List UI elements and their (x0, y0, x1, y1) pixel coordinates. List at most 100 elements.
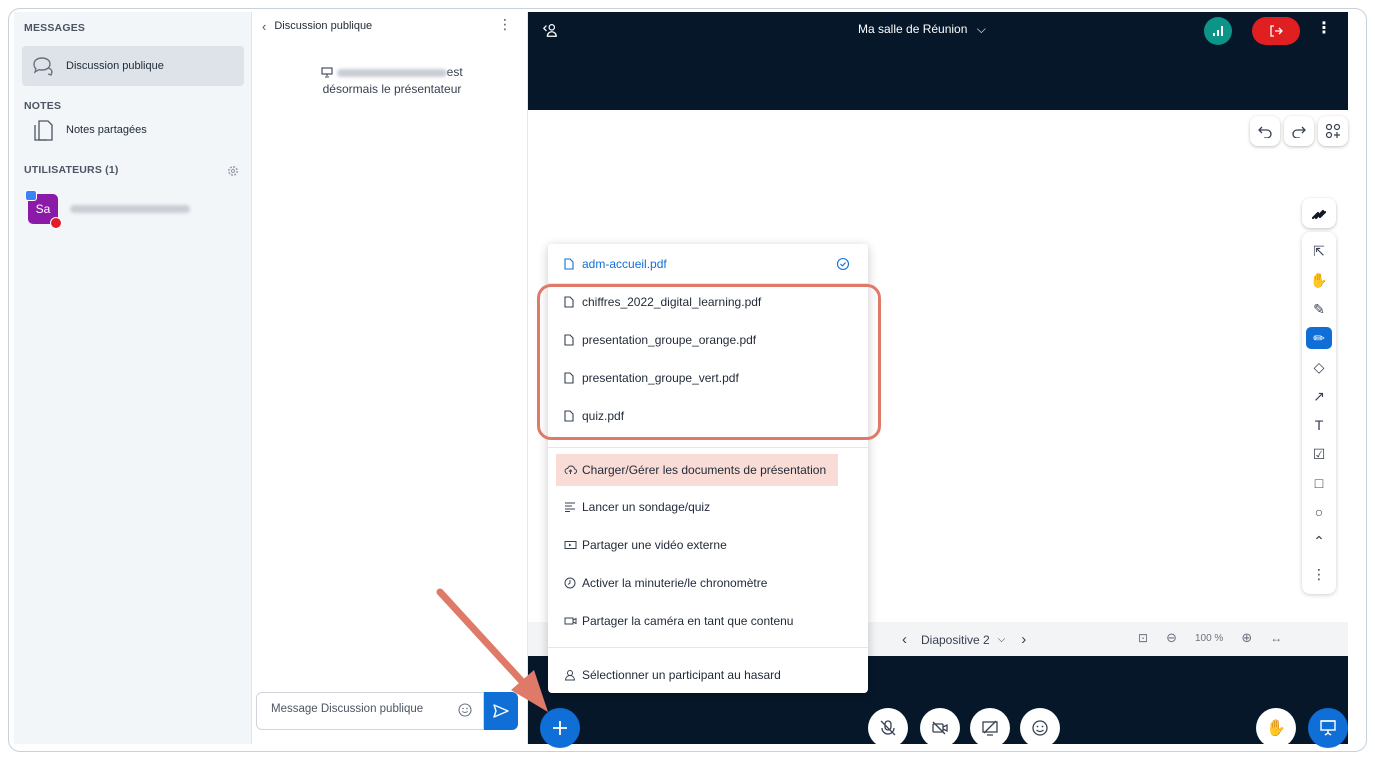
menu-item-label: Partager une vidéo externe (582, 538, 727, 552)
video-icon (564, 540, 582, 550)
highlighter-icon[interactable]: ✎ (1306, 298, 1332, 320)
send-icon (493, 704, 509, 718)
plus-icon (553, 721, 567, 735)
mute-button[interactable] (868, 708, 908, 748)
user-list-item[interactable]: Sa (25, 190, 190, 229)
pen-lines-icon (1311, 209, 1327, 220)
annotation-highlight-box (537, 284, 881, 440)
timer-item[interactable]: Activer la minuterie/le chronomètre (556, 568, 860, 598)
presentation-icon (1320, 720, 1336, 736)
arrow-tool-icon[interactable]: ↗ (1306, 385, 1332, 407)
sidebar-item-public-chat[interactable]: Discussion publique (22, 46, 244, 86)
user-icon (564, 669, 582, 681)
text-tool-icon[interactable]: T (1306, 414, 1332, 436)
sidebar-item-shared-notes[interactable]: Notes partagées (22, 110, 244, 150)
file-name: adm-accueil.pdf (582, 257, 667, 271)
exit-icon (1270, 25, 1283, 37)
eraser-icon[interactable]: ◇ (1306, 356, 1332, 378)
manage-presentations-item[interactable]: Charger/Gérer les documents de présentat… (556, 454, 838, 486)
zoom-level: 100 % (1194, 632, 1224, 644)
more-tools-icon[interactable]: ⋮ (1306, 563, 1332, 585)
apps-add-icon (1325, 123, 1341, 139)
room-title: Ma salle de Réunion (858, 22, 968, 36)
emoji-icon[interactable] (458, 703, 472, 717)
presenter-badge-icon (25, 190, 37, 201)
chevron-down-icon[interactable]: ⌵ (998, 634, 1006, 645)
screenshare-button[interactable] (970, 708, 1010, 748)
ellipse-tool-icon[interactable]: ○ (1306, 501, 1332, 523)
emoji-add-icon (1032, 720, 1048, 736)
divider (548, 447, 868, 448)
leave-meeting-button[interactable] (1252, 17, 1300, 45)
slide-selector[interactable]: Diapositive 2 (921, 633, 990, 647)
raise-hand-button[interactable]: ✋ (1256, 708, 1296, 748)
avatar-initials: Sa (35, 202, 51, 216)
camera-button[interactable] (920, 708, 960, 748)
undo-button[interactable] (1250, 116, 1280, 146)
start-poll-item[interactable]: Lancer un sondage/quiz (556, 492, 860, 522)
presentation-file-current[interactable]: adm-accueil.pdf (556, 249, 860, 279)
pan-hand-icon[interactable]: ✋ (1306, 269, 1332, 291)
menu-item-label: Sélectionner un participant au hasard (582, 668, 781, 682)
actions-plus-button[interactable] (540, 708, 580, 748)
room-title-dropdown[interactable]: Ma salle de Réunion ⌵ (858, 22, 986, 37)
multi-user-whiteboard-button[interactable] (1318, 116, 1348, 146)
reactions-button[interactable] (1020, 708, 1060, 748)
random-participant-item[interactable]: Sélectionner un participant au hasard (556, 660, 860, 690)
chat-header: ‹ Discussion publique ⋮ (262, 16, 518, 36)
system-message-text: désormais le présentateur (322, 82, 462, 96)
left-sidebar: MESSAGES Discussion publique NOTES Notes… (14, 12, 252, 744)
chat-title[interactable]: Discussion publique (274, 20, 372, 32)
list-icon (564, 502, 582, 512)
gear-icon[interactable] (226, 164, 240, 178)
zoom-out-icon[interactable]: ⊖ (1166, 630, 1177, 646)
fit-width-icon[interactable]: ↔ (1270, 631, 1282, 645)
zoom-in-icon[interactable]: ⊕ (1241, 630, 1252, 646)
top-navbar: Ma salle de Réunion ⌵ ⋮ (528, 12, 1348, 110)
undo-icon (1258, 126, 1272, 138)
sidebar-item-label: Discussion publique (66, 60, 164, 72)
avatar: Sa (25, 190, 62, 229)
chevron-left-icon[interactable]: ‹ (262, 19, 266, 34)
select-tool-icon[interactable]: ⇱ (1306, 240, 1332, 262)
chevron-right-icon[interactable]: › (1021, 631, 1026, 648)
zoom-controls: ⊡ ⊖ 100 % ⊕ ↔ (1138, 630, 1300, 646)
mic-off-icon (880, 720, 896, 736)
divider (548, 647, 868, 648)
send-button[interactable] (484, 692, 518, 730)
menu-item-label: Activer la minuterie/le chronomètre (582, 576, 768, 590)
signal-bars-icon (1213, 26, 1223, 36)
more-options-icon[interactable]: ⋮ (1316, 18, 1332, 38)
chevron-up-icon[interactable]: ⌃ (1306, 530, 1332, 552)
presenter-name-redacted (336, 68, 447, 77)
pencil-icon[interactable]: ✏ (1306, 327, 1332, 349)
redo-button[interactable] (1284, 116, 1314, 146)
sidebar-item-label: Notes partagées (66, 124, 147, 136)
user-list-toggle-icon[interactable] (542, 22, 558, 38)
chevron-down-icon: ⌵ (976, 22, 986, 36)
user-name-redacted (70, 205, 190, 213)
whiteboard-toolbar-toggle[interactable] (1302, 198, 1336, 228)
message-input[interactable]: Message Discussion publique (256, 692, 484, 730)
rectangle-tool-icon[interactable]: □ (1306, 472, 1332, 494)
menu-item-label: Partager la caméra en tant que contenu (582, 614, 794, 628)
cloud-upload-icon (564, 465, 582, 475)
note-tool-icon[interactable]: ☑ (1306, 443, 1332, 465)
whiteboard-tools: ⇱ ✋ ✎ ✏ ◇ ↗ T ☑ □ ○ ⌃ ⋮ (1302, 232, 1336, 594)
file-icon (564, 258, 582, 270)
presentation-icon (321, 67, 333, 78)
chart-icon[interactable]: ⊡ (1138, 631, 1148, 645)
chevron-left-icon[interactable]: ‹ (902, 631, 907, 648)
system-message: est désormais le présentateur (282, 64, 502, 98)
hand-icon: ✋ (1266, 720, 1286, 737)
connection-status-button[interactable] (1204, 17, 1232, 45)
presentation-toggle-button[interactable] (1308, 708, 1348, 748)
more-options-icon[interactable]: ⋮ (498, 16, 512, 33)
share-camera-as-content-item[interactable]: Partager la caméra en tant que contenu (556, 606, 860, 636)
moderator-badge-icon (50, 217, 62, 229)
chat-bubbles-icon (28, 55, 58, 77)
camera-off-icon (932, 721, 948, 735)
clock-icon (564, 577, 582, 589)
users-section-title: UTILISATEURS (1) (24, 164, 119, 176)
share-external-video-item[interactable]: Partager une vidéo externe (556, 530, 860, 560)
